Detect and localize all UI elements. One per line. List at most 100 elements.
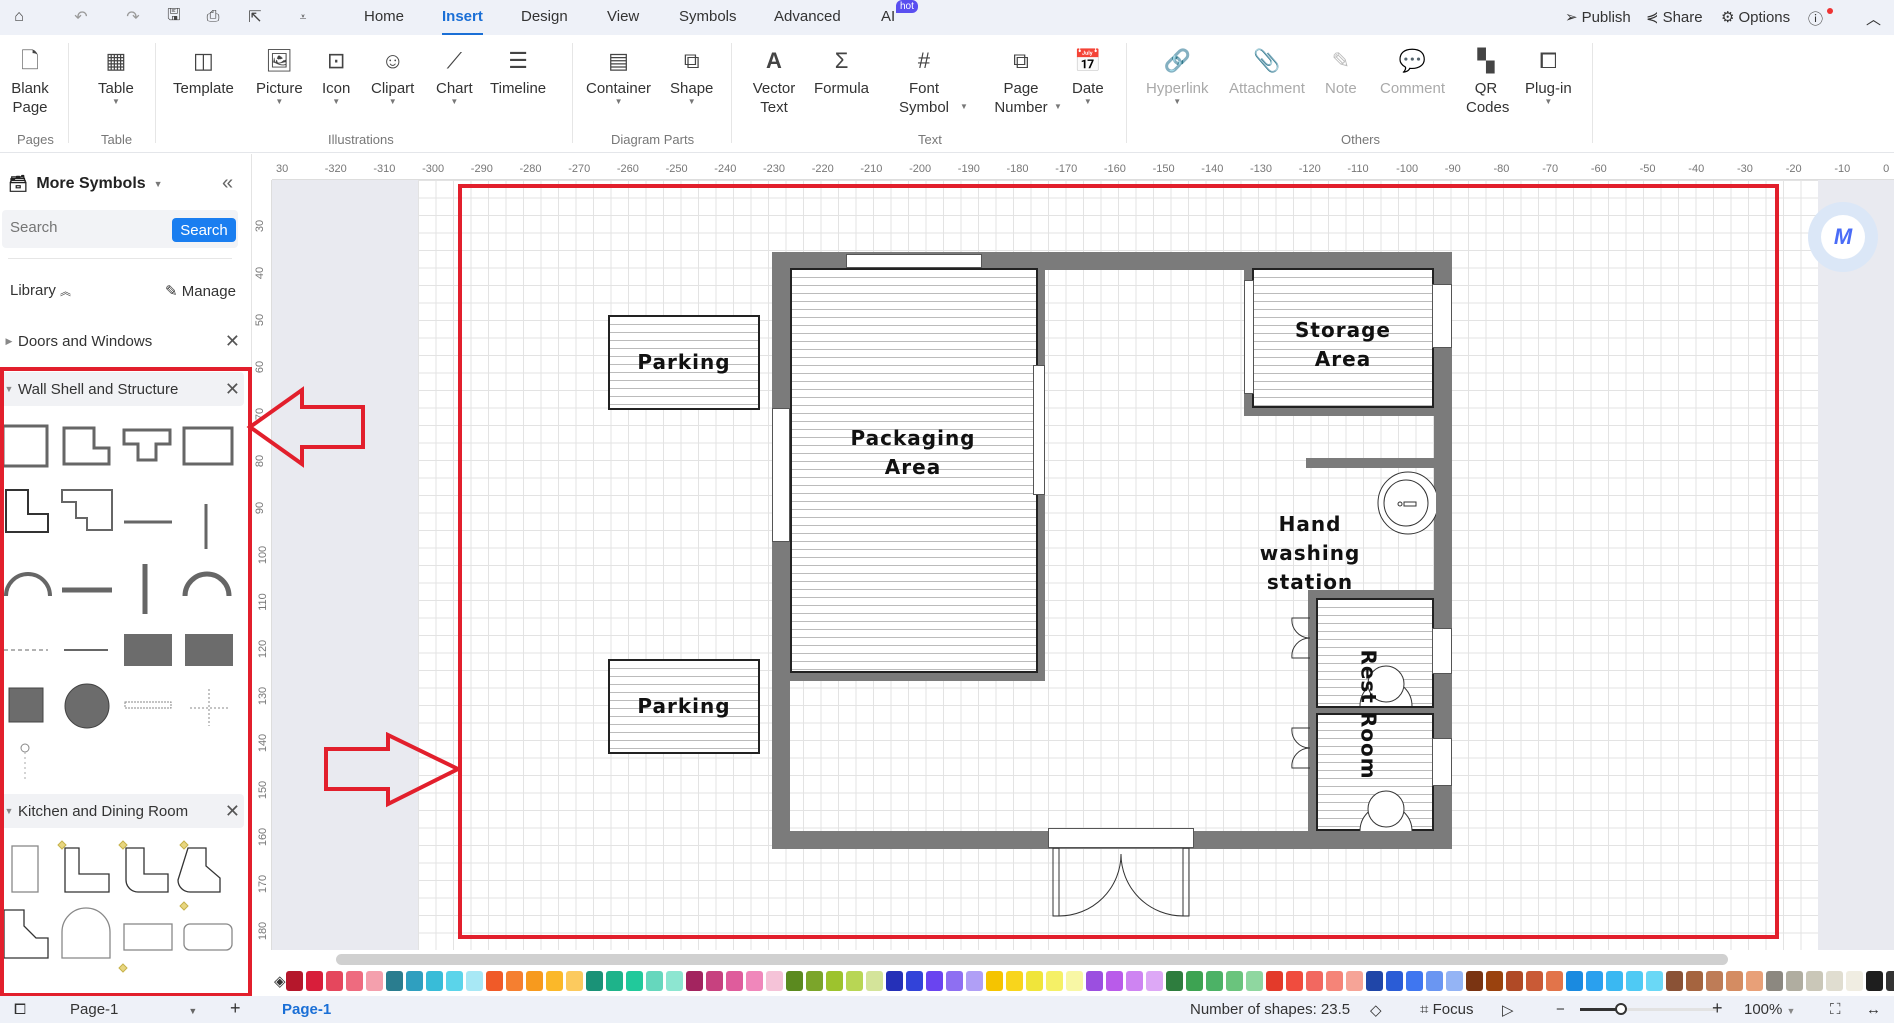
picture-button[interactable]: 🖼 Picture ▼ [256,45,303,106]
color-swatch[interactable] [465,971,483,991]
category-doors-and-windows[interactable]: ▶ Doors and Windows ✕ [0,324,244,358]
page-layout-icon[interactable]: ⧠ [14,1001,26,1018]
library-toggle[interactable]: Library ︽ [10,282,71,299]
collapse-panel-icon[interactable]: « [222,172,233,195]
color-swatch[interactable] [365,971,383,991]
color-swatch[interactable] [1385,971,1403,991]
color-swatch[interactable] [1705,971,1723,991]
template-button[interactable]: ◫ Template [173,45,234,98]
shape-button[interactable]: ⧉ Shape ▼ [670,45,713,106]
color-swatch[interactable] [805,971,823,991]
note-button[interactable]: ✎ Note [1325,45,1357,98]
color-swatch[interactable] [1645,971,1663,991]
horizontal-scrollbar[interactable] [336,954,1728,965]
color-swatch[interactable] [1825,971,1843,991]
page-tab-active[interactable]: Page-1 [282,1001,331,1018]
layers-icon[interactable]: ◇ [1370,1001,1382,1019]
publish-button[interactable]: ➢ Publish [1565,8,1631,27]
color-swatch[interactable] [1665,971,1683,991]
ai-assistant-button[interactable]: M [1808,202,1878,272]
color-swatch[interactable] [1045,971,1063,991]
color-swatch[interactable] [765,971,783,991]
tab-ai[interactable]: AI [881,8,895,25]
color-swatch[interactable] [1065,971,1083,991]
color-swatch[interactable] [665,971,683,991]
zoom-in-icon[interactable]: + [1712,998,1723,1019]
color-swatch[interactable] [1125,971,1143,991]
hyperlink-button[interactable]: 🔗 Hyperlink ▼ [1146,45,1209,106]
timeline-button[interactable]: ☰ Timeline [490,45,546,98]
customize-icon[interactable]: ⩡ [292,6,314,28]
color-swatch[interactable] [385,971,403,991]
color-swatch[interactable] [565,971,583,991]
color-swatch[interactable] [1325,971,1343,991]
color-swatch[interactable] [525,971,543,991]
color-swatch[interactable] [1685,971,1703,991]
plugin-button[interactable]: ⧠ Plug-in ▼ [1525,45,1572,106]
color-swatch[interactable] [965,971,983,991]
color-swatch[interactable] [505,971,523,991]
color-swatch[interactable] [1785,971,1803,991]
color-swatch[interactable] [1285,971,1303,991]
fit-page-icon[interactable]: ⛶ [1830,1001,1841,1018]
table-button[interactable]: ▦ Table ▼ [98,45,134,106]
page-number-dropdown[interactable]: ▼ [1054,103,1062,111]
color-swatch[interactable] [985,971,1003,991]
tab-design[interactable]: Design [521,8,568,25]
color-swatch[interactable] [445,971,463,991]
vector-text-button[interactable]: A Vector Text [751,45,797,117]
tab-insert[interactable]: Insert [442,8,483,35]
options-button[interactable]: ⚙ Options [1721,8,1790,27]
color-swatch[interactable] [885,971,903,991]
color-swatch[interactable] [865,971,883,991]
color-swatch[interactable] [1765,971,1783,991]
color-swatch[interactable] [1845,971,1863,991]
color-swatch[interactable] [685,971,703,991]
zoom-slider[interactable] [1580,1003,1716,1015]
chart-button[interactable]: ⟋ Chart ▼ [436,45,473,106]
color-swatch[interactable] [785,971,803,991]
color-swatch[interactable] [1525,971,1543,991]
color-swatch[interactable] [1085,971,1103,991]
zoom-slider-handle[interactable] [1614,1003,1627,1015]
tab-view[interactable]: View [607,8,639,25]
container-button[interactable]: ▤ Container ▼ [586,45,651,106]
share-button[interactable]: ⋞ Share [1646,8,1703,27]
color-swatch[interactable] [845,971,863,991]
add-page-icon[interactable]: + [230,998,241,1019]
print-icon[interactable]: ⎙ [202,6,224,28]
color-swatch[interactable] [1185,971,1203,991]
color-swatch[interactable] [745,971,763,991]
color-swatch[interactable] [425,971,443,991]
page-selector[interactable]: Page-1 ▼ [70,1001,197,1018]
color-swatch[interactable] [1885,971,1894,991]
color-swatch[interactable] [925,971,943,991]
focus-button[interactable]: ⌗ Focus [1420,1001,1473,1018]
qr-codes-button[interactable]: ▚ QR Codes [1466,45,1509,117]
color-swatch[interactable] [605,971,623,991]
color-swatch[interactable] [1425,971,1443,991]
color-swatch[interactable] [1465,971,1483,991]
tab-symbols[interactable]: Symbols [679,8,737,25]
font-symbol-button[interactable]: # Font Symbol [896,45,952,117]
color-swatch[interactable] [1105,971,1123,991]
color-swatch[interactable] [1565,971,1583,991]
clipart-button[interactable]: ☺ Clipart ▼ [371,45,414,106]
color-swatch[interactable] [305,971,323,991]
zoom-level[interactable]: 100% ▼ [1744,1001,1795,1018]
manage-button[interactable]: ✎ Manage [165,282,236,300]
fill-bucket-icon[interactable]: ◈ [274,972,286,990]
tab-advanced[interactable]: Advanced [774,8,841,25]
font-symbol-dropdown[interactable]: ▼ [960,103,968,111]
zoom-out-icon[interactable]: − [1556,1001,1565,1018]
color-swatch[interactable] [645,971,663,991]
page-number-button[interactable]: ⧉ Page Number [991,45,1051,117]
color-swatch[interactable] [1165,971,1183,991]
color-swatch[interactable] [1505,971,1523,991]
color-swatch[interactable] [1585,971,1603,991]
color-swatch[interactable] [625,971,643,991]
color-swatch[interactable] [1745,971,1763,991]
color-swatch[interactable] [545,971,563,991]
color-swatch[interactable] [405,971,423,991]
color-swatch[interactable] [705,971,723,991]
